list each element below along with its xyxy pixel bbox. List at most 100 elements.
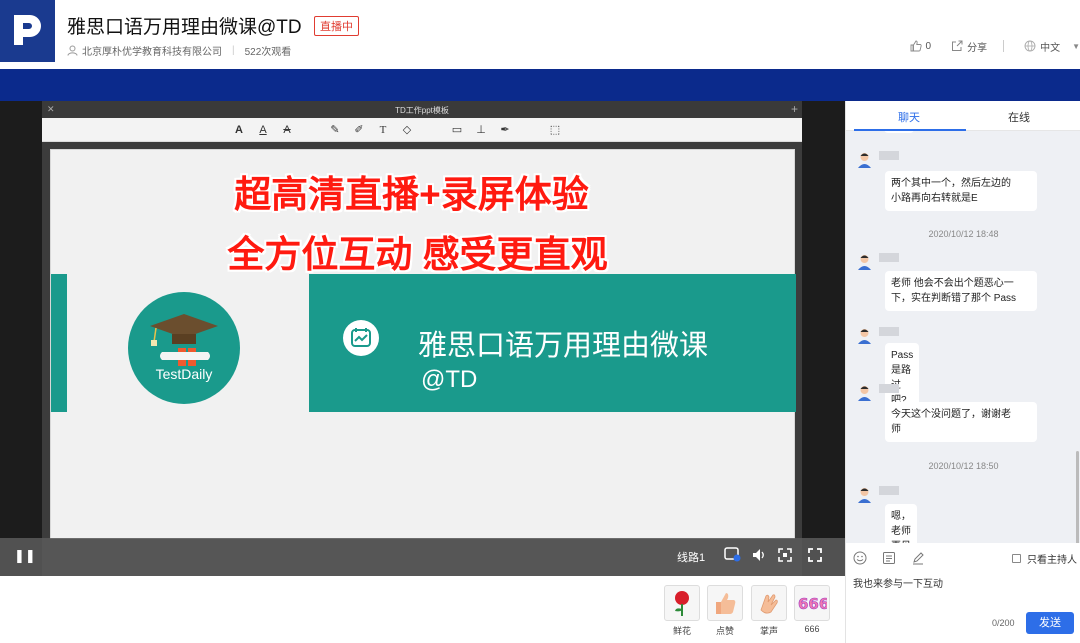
sender-name: [879, 151, 899, 160]
gift-label: 点赞: [715, 626, 734, 636]
app-logo[interactable]: [0, 0, 55, 62]
gift-label: 666: [804, 624, 820, 634]
logo-p-icon: [14, 15, 41, 45]
avatar: [858, 255, 871, 270]
message-bubble: 今天这个没问题了，谢谢老 师: [885, 402, 1037, 442]
sender-name: [879, 327, 899, 336]
thumbs-up-icon: [910, 40, 922, 52]
emoji-icon[interactable]: [853, 551, 867, 565]
gift-applause[interactable]: 掌声: [751, 585, 787, 637]
globe-icon: [1024, 40, 1036, 52]
message-text: 师: [891, 424, 901, 435]
banner-bar: [0, 69, 1080, 101]
ppt-window: ✕ TD工作ppt模板 + A A A ✎ ✐ T ◇ ▭ ⊥ ✒ ⬚ 超高清直…: [42, 101, 802, 576]
pen-icon[interactable]: [911, 551, 925, 565]
sender-name: [879, 253, 899, 262]
scrollbar[interactable]: [1076, 451, 1079, 543]
message-text: Pass 是路过 吧?: [891, 350, 914, 406]
tab-online[interactable]: 在线: [1008, 109, 1030, 125]
share-button[interactable]: 分享: [951, 39, 987, 54]
checkbox[interactable]: [1012, 554, 1021, 563]
clap-icon: [751, 585, 787, 621]
rose-icon: [664, 585, 700, 621]
message-text: 老师 他会不会出个题恶心一: [891, 278, 1014, 289]
only-host-label: 只看主持人: [1027, 555, 1077, 566]
teal-band-left: [51, 274, 67, 412]
testdaily-logo: TestDaily: [128, 292, 240, 404]
message-bubble: [884, 131, 914, 133]
chat-panel: 聊天 在线 两个其中一个，然后左边的 小路再向右转就是E 2020/10/12 …: [845, 101, 1080, 643]
sender-name: [879, 486, 899, 495]
line-selector[interactable]: 线路1: [677, 549, 705, 565]
pause-button[interactable]: ❚❚: [14, 548, 36, 564]
gift-flower[interactable]: 鲜花: [664, 585, 700, 637]
gift-666[interactable]: 666 666: [794, 585, 830, 634]
message-text: 两个其中一个，然后左边的: [891, 178, 1011, 189]
language-selector[interactable]: 中文 ▼: [1024, 39, 1080, 54]
message-text: 下，实在判断错了那个 Pass: [891, 293, 1017, 304]
text-style-icon: A: [235, 124, 243, 136]
tab-chat[interactable]: 聊天: [898, 109, 920, 125]
live-status-badge: 直播中: [314, 16, 359, 36]
message-text: 嗯，老师再见: [891, 511, 911, 543]
highlighter-icon: ✐: [354, 124, 364, 136]
marker-icon: ✒: [500, 124, 510, 136]
select-area-icon: ⬚: [549, 124, 561, 136]
pen-icon: ✎: [330, 124, 340, 136]
message-bubble: 嗯，老师再见: [885, 504, 917, 543]
header-actions: 0 分享 中文 ▼: [890, 38, 1080, 54]
web-fullscreen-icon[interactable]: [778, 548, 792, 565]
ppt-titlebar: ✕ TD工作ppt模板 +: [42, 101, 802, 118]
brand-name: TestDaily: [155, 366, 213, 382]
share-label: 分享: [967, 42, 988, 54]
subtitle-icon[interactable]: [724, 547, 741, 565]
message-text: 小路再向右转就是E: [891, 193, 978, 204]
slide-headline-1: 超高清直播+录屏体验: [234, 174, 589, 215]
like-button[interactable]: 0: [910, 40, 932, 52]
chat-input[interactable]: 我也来参与一下互动: [853, 575, 943, 590]
chat-input-area: 只看主持人 我也来参与一下互动 0/200 发送: [846, 543, 1080, 643]
sender-name: [879, 384, 899, 393]
send-button[interactable]: 发送: [1026, 612, 1074, 634]
page-title: 雅思口语万用理由微课@TD: [67, 17, 302, 38]
ppt-toolbar: A A A ✎ ✐ T ◇ ▭ ⊥ ✒ ⬚: [42, 118, 802, 142]
chart-icon: [343, 320, 379, 356]
volume-icon[interactable]: [752, 548, 766, 565]
video-player[interactable]: ✕ TD工作ppt模板 + A A A ✎ ✐ T ◇ ▭ ⊥ ✒ ⬚ 超高清直…: [0, 101, 845, 576]
avatar: [858, 386, 871, 401]
document-icon[interactable]: [882, 551, 896, 565]
message-bubble: 两个其中一个，然后左边的 小路再向右转就是E: [885, 171, 1037, 211]
slide-headline-2: 全方位互动 感受更直观: [227, 234, 608, 275]
like-count: 0: [925, 40, 932, 52]
char-counter: 0/200: [992, 618, 1015, 628]
gift-like[interactable]: 点赞: [707, 585, 743, 637]
timestamp: 2020/10/12 18:50: [928, 461, 999, 471]
strikethrough-icon: A: [283, 124, 291, 136]
course-subtitle: @TD: [421, 366, 478, 393]
avatar: [858, 488, 871, 503]
timestamp: 2020/10/12 18:48: [928, 229, 999, 239]
only-host-checkbox[interactable]: 只看主持人: [1012, 551, 1077, 566]
stamp-icon: ⊥: [476, 124, 486, 136]
graduation-cap-icon: [150, 314, 218, 366]
message-bubble: 老师 他会不会出个题恶心一 下，实在判断错了那个 Pass: [885, 271, 1037, 311]
gift-label: 鲜花: [672, 626, 691, 636]
org-name[interactable]: 北京厚朴优学教育科技有限公司: [82, 43, 222, 58]
text-tool-icon: T: [379, 124, 387, 136]
subtitle-row: 北京厚朴优学教育科技有限公司 | 522次观看: [67, 43, 291, 58]
chat-tabs: 聊天 在线: [846, 101, 1080, 131]
666-icon: 666: [794, 585, 830, 621]
divider: |: [232, 45, 235, 56]
gift-label: 掌声: [759, 626, 778, 636]
chevron-down-icon: ▼: [1072, 41, 1080, 51]
player-controls: ❚❚ 线路1: [0, 538, 845, 576]
avatar: [858, 329, 871, 344]
avatar: [858, 153, 871, 168]
share-icon: [952, 40, 963, 51]
fullscreen-icon[interactable]: [808, 548, 822, 565]
course-title: 雅思口语万用理由微课: [418, 330, 709, 362]
thumbs-up-icon: [707, 585, 743, 621]
message-list[interactable]: 两个其中一个，然后左边的 小路再向右转就是E 2020/10/12 18:48 …: [846, 131, 1080, 543]
divider: [1003, 40, 1005, 52]
plus-icon: +: [790, 102, 798, 116]
